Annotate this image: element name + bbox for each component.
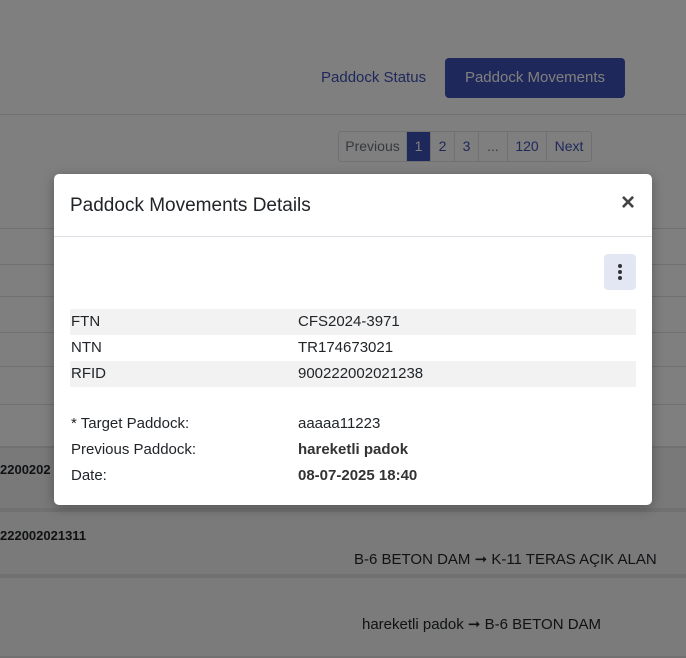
detail-label: NTN (71, 339, 102, 356)
detail-label: RFID (71, 365, 106, 382)
detail-label: FTN (71, 313, 101, 330)
detail-label: Date: (71, 467, 107, 484)
detail-row-rfid: RFID 900222002021238 (70, 361, 636, 387)
close-button[interactable]: × (618, 191, 638, 215)
detail-value: CFS2024-3971 (298, 313, 400, 330)
detail-label: * Target Paddock: (71, 415, 190, 432)
paddock-movements-details-modal: Paddock Movements Details × FTN CFS2024-… (54, 174, 652, 505)
modal-header: Paddock Movements Details × (54, 174, 652, 237)
detail-value: TR174673021 (298, 339, 394, 356)
detail-row-previous-paddock: Previous Paddock: hareketli padok (70, 437, 636, 463)
detail-row-date: Date: 08-07-2025 18:40 (70, 463, 636, 489)
modal-title: Paddock Movements Details (70, 195, 311, 216)
detail-value: 08-07-2025 18:40 (298, 467, 418, 484)
detail-row-target-paddock: * Target Paddock: aaaaa11223 (70, 411, 636, 437)
detail-row-ntn: NTN TR174673021 (70, 335, 636, 361)
detail-value: aaaaa11223 (298, 415, 381, 432)
more-options-button[interactable] (604, 254, 636, 290)
detail-value: 900222002021238 (298, 365, 424, 382)
detail-label: Previous Paddock: (71, 441, 197, 458)
detail-value: hareketli padok (298, 441, 409, 458)
detail-row-ftn: FTN CFS2024-3971 (70, 309, 636, 335)
